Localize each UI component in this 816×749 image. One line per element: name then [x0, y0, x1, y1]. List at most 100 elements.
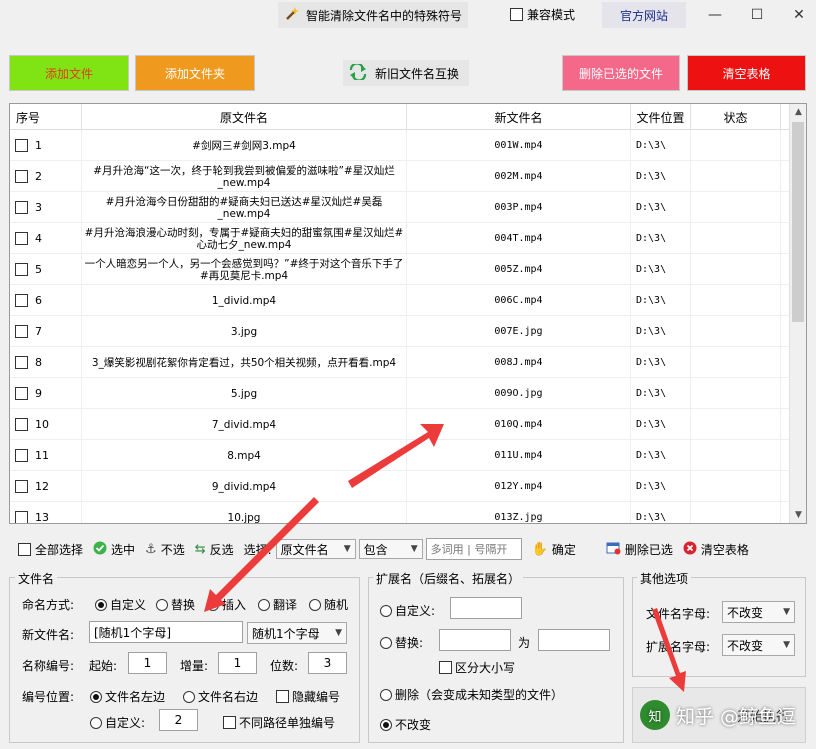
compat-mode-checkbox[interactable]: 兼容模式 [510, 6, 575, 23]
row-checkbox[interactable] [15, 387, 28, 400]
col-header-new[interactable]: 新文件名 [407, 104, 631, 130]
new-name-input[interactable]: [随机1个字母] [89, 621, 243, 643]
delete-selected-files-button[interactable]: 删除已选的文件 [562, 55, 680, 91]
col-header-index[interactable]: 序号 [10, 104, 82, 130]
ext-custom-radio[interactable]: 自定义: [380, 602, 435, 619]
table-row[interactable]: 2 #月升沧海“这一次，终于轮到我尝到被偏爱的滋味啦”#星汉灿烂_new.mp4 0… [10, 161, 790, 192]
table-scrollbar[interactable]: ▲ ▼ [789, 104, 806, 523]
separate-paths-checkbox[interactable]: 不同路径单独编号 [223, 714, 335, 731]
col-header-status[interactable]: 状态 [691, 104, 781, 130]
pos-left-radio[interactable]: 文件名左边 [90, 688, 165, 705]
ext-replace-radio[interactable]: 替换: [380, 634, 423, 651]
clean-special-chars-button[interactable]: 智能清除文件名中的特殊符号 [278, 2, 468, 28]
ext-custom-dot[interactable] [380, 604, 392, 617]
table-row[interactable]: 6 1_divid.mp4 006C.mp4 D:\3\ [10, 285, 790, 316]
pos-right-radio[interactable]: 文件名右边 [183, 688, 258, 705]
table-row[interactable]: 8 3_爆笑影视剧花絮你肯定看过，共50个相关视频，点开看看.mp4 008J.mp… [10, 347, 790, 378]
maximize-button[interactable]: ☐ [742, 4, 772, 26]
ext-delete-dot[interactable] [380, 688, 392, 701]
ext-replace-dot[interactable] [380, 636, 392, 649]
minimize-button[interactable]: — [700, 4, 730, 26]
separate-paths-box[interactable] [223, 716, 236, 729]
ext-replace-from-input[interactable] [439, 629, 511, 651]
add-folder-button[interactable]: 添加文件夹 [135, 55, 255, 91]
row-checkbox[interactable] [15, 449, 28, 462]
table-row[interactable]: 3 #月升沧海今日份甜甜的#疑商夫妇已送达#星汉灿烂#吴磊_new.mp4 003P… [10, 192, 790, 223]
table-row[interactable]: 1 #剑网三#剑网3.mp4 001W.mp4 D:\3\ [10, 130, 790, 161]
ext-delete-radio[interactable]: 删除（会变成未知类型的文件） [380, 686, 563, 703]
ext-unchanged-radio[interactable]: 不改变 [380, 716, 431, 733]
table-row[interactable]: 10 7_divid.mp4 010Q.mp4 D:\3\ [10, 409, 790, 440]
filename-case-select[interactable]: 不改变 ▼ [722, 601, 795, 623]
table-row[interactable]: 7 3.jpg 007E.jpg D:\3\ [10, 316, 790, 347]
col-header-location[interactable]: 文件位置 [631, 104, 691, 130]
ext-custom-input[interactable] [450, 597, 522, 619]
clear-table-small-button[interactable]: 清空表格 [683, 541, 749, 558]
new-name-cell-text: 004T.mp4 [494, 232, 543, 244]
ext-case-select[interactable]: 不改变 ▼ [722, 634, 795, 656]
mode-random-radio[interactable]: 随机 [309, 596, 348, 613]
table-row[interactable]: 4 #月升沧海浪漫心动时刻，专属于#疑商夫妇的甜蜜氛围#星汉灿烂#心动七夕_new… [10, 223, 790, 254]
match-select[interactable]: 包含 ▼ [358, 539, 423, 559]
clear-table-button[interactable]: 清空表格 [687, 55, 806, 91]
table-row[interactable]: 9 5.jpg 009O.jpg D:\3\ [10, 378, 790, 409]
mode-translate-radio[interactable]: 翻译 [258, 596, 297, 613]
row-checkbox[interactable] [15, 418, 28, 431]
pos-right-dot[interactable] [183, 690, 195, 703]
confirm-button[interactable]: ✋ 确定 [532, 541, 576, 558]
invert-button[interactable]: ⇆ 反选 [195, 541, 234, 558]
row-checkbox[interactable] [15, 263, 28, 276]
row-checkbox[interactable] [15, 201, 28, 214]
field-select[interactable]: 原文件名 ▼ [275, 539, 356, 559]
select-button[interactable]: 选中 [93, 541, 135, 558]
ext-unchanged-dot[interactable] [380, 718, 392, 731]
deselect-button[interactable]: ⚓ 不选 [145, 541, 185, 558]
row-checkbox[interactable] [15, 170, 28, 183]
pos-left-dot[interactable] [90, 690, 102, 703]
ext-replace-to-input[interactable] [538, 629, 610, 651]
compat-mode-box[interactable] [510, 8, 523, 21]
row-checkbox[interactable] [15, 325, 28, 338]
row-checkbox[interactable] [15, 232, 28, 245]
case-sensitive-box[interactable] [439, 661, 452, 674]
scroll-up-icon[interactable]: ▲ [790, 104, 806, 120]
table-row[interactable]: 11 8.mp4 011U.mp4 D:\3\ [10, 440, 790, 471]
keyword-input[interactable] [425, 538, 522, 560]
select-all-checkbox[interactable]: 全部选择 [18, 541, 83, 558]
table-row[interactable]: 12 9_divid.mp4 012Y.mp4 D:\3\ [10, 471, 790, 502]
mode-custom-dot[interactable] [95, 598, 107, 611]
step-input[interactable]: 1 [218, 652, 257, 674]
start-input[interactable]: 1 [128, 652, 167, 674]
row-checkbox[interactable] [15, 356, 28, 369]
table-row[interactable]: 13 10.jpg 013Z.jpg D:\3\ [10, 502, 790, 523]
col-header-original[interactable]: 原文件名 [82, 104, 407, 130]
delete-selected-button[interactable]: 删除已选 [606, 541, 673, 558]
official-site-link[interactable]: 官方网站 [602, 2, 686, 28]
case-sensitive-checkbox[interactable]: 区分大小写 [439, 659, 515, 676]
digits-input[interactable]: 3 [308, 652, 347, 674]
scroll-thumb[interactable] [792, 122, 804, 322]
mode-custom-radio[interactable]: 自定义 [95, 596, 146, 613]
scroll-down-icon[interactable]: ▼ [790, 507, 806, 523]
hide-number-box[interactable] [276, 690, 289, 703]
hide-number-checkbox[interactable]: 隐藏编号 [276, 688, 340, 705]
mode-insert-dot[interactable] [207, 598, 219, 611]
random-type-select[interactable]: 随机1个字母 ▼ [247, 622, 347, 644]
pos-custom-input[interactable]: 2 [159, 709, 198, 731]
mode-replace-radio[interactable]: 替换 [156, 596, 195, 613]
mode-random-dot[interactable] [309, 598, 321, 611]
table-row[interactable]: 5 一个人暗恋另一个人，另一个会感觉到吗？”#终于对这个音乐下手了#再见莫尼卡.m… [10, 254, 790, 285]
mode-translate-dot[interactable] [258, 598, 270, 611]
mode-insert-radio[interactable]: 插入 [207, 596, 246, 613]
add-file-button[interactable]: 添加文件 [9, 55, 129, 91]
row-checkbox[interactable] [15, 511, 28, 523]
pos-custom-radio[interactable]: 自定义: [90, 714, 145, 731]
pos-custom-dot[interactable] [90, 716, 102, 729]
row-checkbox[interactable] [15, 480, 28, 493]
swap-names-button[interactable]: 新旧文件名互换 [343, 60, 469, 86]
row-checkbox[interactable] [15, 294, 28, 307]
close-button[interactable]: ✕ [784, 4, 814, 26]
select-all-box[interactable] [18, 542, 31, 556]
row-checkbox[interactable] [15, 139, 28, 152]
mode-replace-dot[interactable] [156, 598, 168, 611]
